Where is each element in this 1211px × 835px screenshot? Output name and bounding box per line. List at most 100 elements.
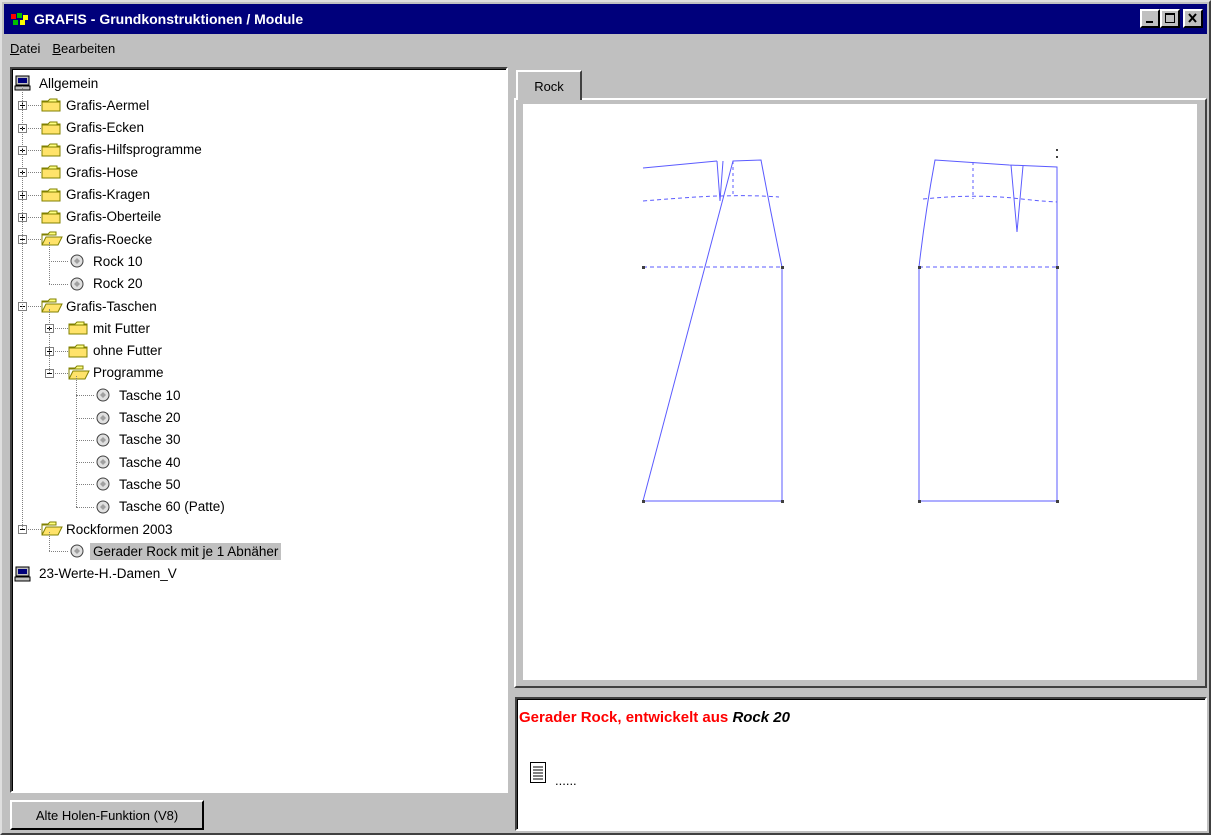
- folder-open-icon: [41, 231, 63, 247]
- computer-icon: [14, 566, 36, 582]
- tree-item-label: Tasche 60 (Patte): [119, 499, 225, 515]
- tree-item-label: Grafis-Kragen: [66, 187, 151, 202]
- tree-item[interactable]: Grafis-Hose: [41, 161, 141, 183]
- maximize-icon: [1165, 13, 1175, 23]
- tree-item[interactable]: Tasche 40: [94, 451, 184, 473]
- tree-item-label: Tasche 50: [119, 476, 181, 492]
- tree-item[interactable]: Tasche 50: [94, 473, 184, 495]
- folder-icon: [41, 120, 63, 136]
- tree-item-label: Gerader Rock mit je 1 Abnäher: [90, 542, 282, 560]
- tree-item-label: Grafis-Hose: [66, 164, 139, 180]
- tree-item[interactable]: Tasche 10: [94, 384, 184, 406]
- tree-connector: [76, 375, 77, 507]
- close-icon: [1188, 13, 1197, 23]
- tree-item[interactable]: Programme: [68, 362, 167, 384]
- tree-connector: [76, 417, 94, 419]
- tree-item-label: 23-Werte-H.-Damen_V: [39, 566, 177, 582]
- menu-datei[interactable]: Datei: [4, 41, 46, 56]
- tree-item[interactable]: 23-Werte-H.-Damen_V: [14, 563, 180, 585]
- folder-icon: [68, 343, 90, 359]
- tree-item[interactable]: Grafis-Kragen: [41, 184, 153, 206]
- module-icon: [94, 499, 116, 515]
- tree-connector: [49, 261, 68, 263]
- tree-item-label: Rock 20: [93, 276, 143, 292]
- tree-item-label: Rock 10: [93, 253, 143, 269]
- folder-open-icon: [41, 298, 63, 314]
- tree-item[interactable]: Grafis-Taschen: [41, 295, 160, 317]
- module-icon: [94, 476, 116, 492]
- folder-open-icon: [68, 365, 90, 381]
- title-bar: GRAFIS - Grundkonstruktionen / Module: [4, 4, 1207, 34]
- folder-icon: [68, 320, 90, 336]
- tree-item[interactable]: Grafis-Aermel: [41, 94, 152, 116]
- tree-item-label: Tasche 20: [119, 410, 181, 425]
- tree-item-label: Tasche 40: [119, 454, 181, 470]
- tree-item[interactable]: Tasche 60 (Patte): [94, 496, 228, 518]
- tree-item[interactable]: Grafis-Hilfsprogramme: [41, 139, 205, 161]
- tree-connector: [76, 506, 94, 508]
- tree-connector: [76, 439, 94, 441]
- alte-holen-funktion-button[interactable]: Alte Holen-Funktion (V8): [10, 800, 204, 830]
- tree-connector: [49, 242, 50, 284]
- tree-item[interactable]: Rock 10: [68, 250, 146, 272]
- skirt-back-outline: [918, 159, 1058, 502]
- tree-item[interactable]: mit Futter: [68, 317, 153, 339]
- tree-item-label: Grafis-Ecken: [66, 120, 145, 136]
- info-title: Gerader Rock, entwickelt aus Rock 20: [519, 709, 790, 726]
- minimize-icon: [1146, 21, 1153, 23]
- tree-item[interactable]: Allgemein: [14, 72, 101, 94]
- tree-connector: [76, 462, 94, 464]
- folder-icon: [41, 142, 63, 158]
- tree-item-label: mit Futter: [93, 320, 151, 336]
- info-title-text: Gerader Rock, entwickelt aus: [519, 709, 729, 726]
- tree-item[interactable]: Grafis-Oberteile: [41, 206, 164, 228]
- module-icon: [68, 276, 90, 292]
- tree-connector: [76, 395, 94, 397]
- tree-item-label: Allgemein: [39, 75, 99, 91]
- tree-item[interactable]: Rock 20: [68, 273, 146, 295]
- tree-connector: [76, 484, 94, 486]
- module-tree[interactable]: Allgemein Grafis-Aermel Grafis-Ecken Grafis…: [10, 67, 508, 793]
- front-dart: [716, 160, 724, 202]
- pattern-canvas[interactable]: [523, 104, 1197, 680]
- tree-item-label: Grafis-Oberteile: [66, 209, 162, 225]
- tree-item[interactable]: Tasche 30: [94, 429, 184, 451]
- module-icon: [94, 387, 116, 403]
- tree-item[interactable]: Grafis-Ecken: [41, 117, 147, 139]
- computer-icon: [14, 75, 36, 91]
- tree-item-label: Programme: [93, 365, 164, 381]
- tree-item[interactable]: Gerader Rock mit je 1 Abnäher: [68, 540, 282, 562]
- close-button[interactable]: [1183, 9, 1203, 28]
- tree-item-label: Rockformen 2003: [66, 521, 173, 537]
- tree-item-label: Grafis-Roecke: [66, 231, 153, 247]
- skirt-pattern-drawing: [642, 149, 1059, 503]
- tab-rock[interactable]: Rock: [516, 70, 582, 100]
- document-icon[interactable]: [529, 761, 549, 785]
- tree-item-label: Tasche 30: [119, 432, 181, 448]
- info-source-name: Rock 20: [732, 709, 790, 726]
- folder-icon: [41, 187, 63, 203]
- info-dots: ......: [555, 773, 577, 788]
- tree-connector: [49, 532, 50, 552]
- tree-item[interactable]: Grafis-Roecke: [41, 228, 155, 250]
- folder-icon: [41, 164, 63, 180]
- module-icon: [94, 432, 116, 448]
- tree-connector: [22, 86, 23, 529]
- tree-item[interactable]: ohne Futter: [68, 340, 165, 362]
- folder-open-icon: [41, 521, 63, 537]
- tree-item-label: Grafis-Hilfsprogramme: [66, 142, 202, 158]
- tree-item-label: Tasche 10: [119, 387, 181, 403]
- minimize-button[interactable]: [1140, 9, 1160, 28]
- info-panel: Gerader Rock, entwickelt aus Rock 20 ...…: [515, 697, 1207, 831]
- tree-item[interactable]: Rockformen 2003: [41, 518, 176, 540]
- module-icon: [68, 253, 90, 269]
- menu-bearbeiten[interactable]: Bearbeiten: [46, 41, 121, 56]
- module-icon: [94, 410, 116, 426]
- tree-connector: [49, 309, 50, 373]
- tree-connector: [49, 283, 68, 285]
- tree-item[interactable]: Tasche 20: [94, 407, 184, 429]
- maximize-button[interactable]: [1160, 9, 1180, 28]
- menu-bar: Datei Bearbeiten: [4, 36, 1207, 60]
- tree-connector: [49, 551, 68, 553]
- tree-item-label: ohne Futter: [93, 343, 163, 359]
